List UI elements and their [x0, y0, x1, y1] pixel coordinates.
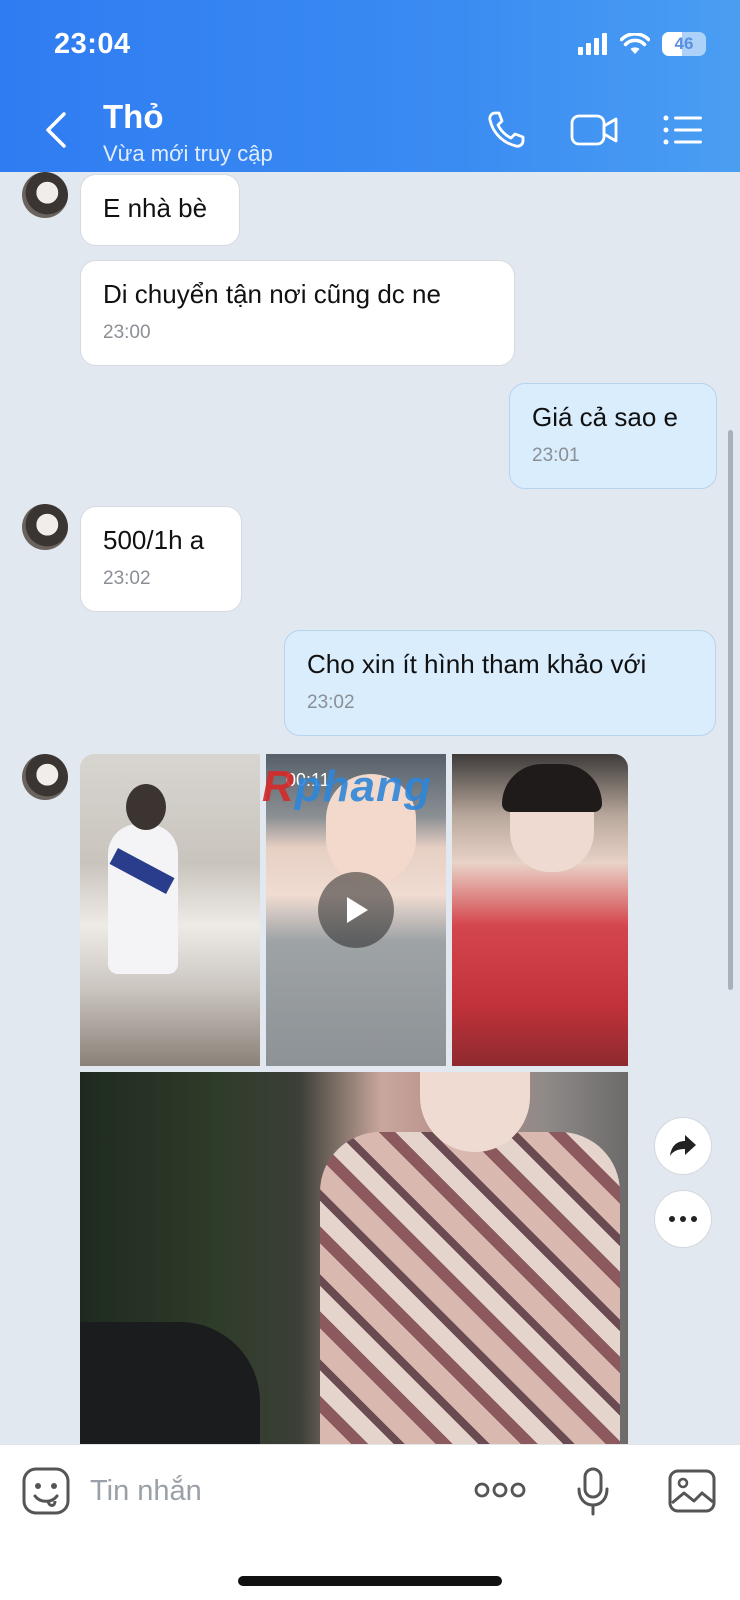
list-menu-icon — [663, 115, 702, 145]
message-bubble[interactable]: Giá cả sao e 23:01 — [509, 383, 717, 489]
microphone-icon — [577, 1467, 609, 1516]
photo-thumbnail[interactable] — [452, 754, 628, 1066]
play-button[interactable] — [318, 872, 394, 948]
signal-icon — [578, 33, 607, 55]
voice-button[interactable] — [576, 1467, 610, 1522]
message-bubble[interactable]: E nhà bè — [80, 174, 240, 246]
image-icon — [668, 1469, 716, 1513]
menu-button[interactable] — [662, 110, 704, 150]
home-indicator[interactable] — [238, 1576, 502, 1586]
message-bubble[interactable]: Di chuyển tận nơi cũng dc ne 23:00 — [80, 260, 515, 366]
call-button[interactable] — [486, 110, 528, 150]
phone-icon — [488, 111, 525, 148]
share-arrow-icon — [670, 1135, 696, 1156]
play-icon — [347, 897, 368, 923]
ellipsis-icon — [474, 1482, 526, 1498]
sticker-face-icon — [22, 1467, 70, 1515]
battery-level: 46 — [674, 34, 694, 53]
status-time: 23:04 — [54, 28, 131, 60]
scrollbar[interactable] — [728, 430, 733, 990]
forward-button[interactable] — [654, 1117, 712, 1175]
avatar[interactable] — [22, 754, 68, 800]
wifi-icon — [620, 33, 650, 54]
photo-thumbnail[interactable] — [80, 1072, 628, 1444]
more-options-button[interactable] — [654, 1190, 712, 1248]
message-time: 23:00 — [103, 322, 151, 343]
message-time: 23:02 — [307, 692, 355, 713]
message-input[interactable]: Tin nhắn — [90, 1475, 202, 1508]
photo-thumbnail[interactable] — [80, 754, 260, 1066]
message-text: E nhà bè — [103, 193, 208, 223]
avatar[interactable] — [22, 172, 68, 218]
gallery-button[interactable] — [668, 1469, 716, 1518]
message-bubble[interactable]: Cho xin ít hình tham khảo với 23:02 — [284, 630, 716, 736]
message-time: 23:02 — [103, 568, 151, 589]
avatar[interactable] — [22, 504, 68, 550]
watermark: Rphang — [262, 762, 432, 811]
more-dots-icon — [669, 1216, 697, 1222]
video-camera-icon — [570, 114, 618, 146]
back-button[interactable] — [38, 108, 74, 152]
message-time: 23:01 — [532, 445, 580, 466]
contact-name[interactable]: Thỏ — [103, 98, 163, 136]
message-text: 500/1h a — [103, 525, 205, 555]
message-text: Di chuyển tận nơi cũng dc ne — [103, 279, 441, 309]
message-bubble[interactable]: 500/1h a 23:02 — [80, 506, 242, 612]
sticker-button[interactable] — [22, 1467, 70, 1520]
chevron-left-icon — [46, 112, 66, 148]
video-call-button[interactable] — [570, 110, 620, 150]
status-icons: 46 — [578, 32, 706, 56]
message-list[interactable]: E nhà bè Di chuyển tận nơi cũng dc ne 23… — [0, 172, 740, 1444]
battery-icon: 46 — [662, 32, 706, 56]
contact-status: Vừa mới truy cập — [103, 141, 273, 166]
message-text: Cho xin ít hình tham khảo với — [307, 649, 647, 679]
message-text: Giá cả sao e — [532, 402, 678, 432]
more-actions-button[interactable] — [474, 1481, 526, 1504]
chat-header: 23:04 46 Thỏ Vừa mới truy cập — [0, 0, 740, 172]
